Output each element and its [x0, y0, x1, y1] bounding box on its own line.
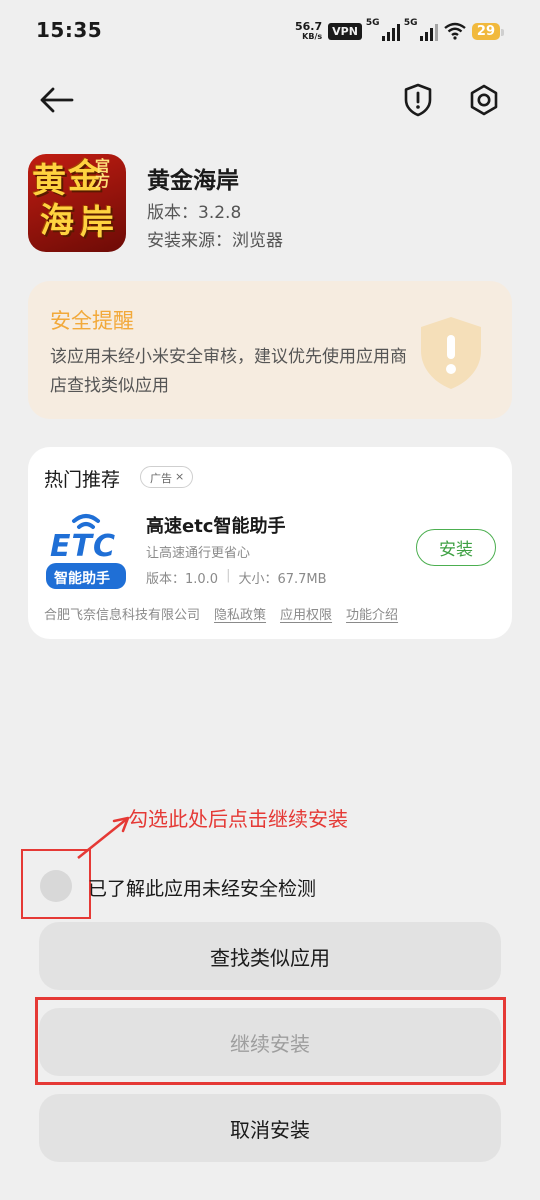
app-icon-char: 岸: [80, 203, 114, 243]
network-speed-unit: KB/s: [302, 32, 323, 41]
recommend-app-version: 版本：1.0.0: [146, 572, 219, 587]
ad-close-icon[interactable]: ×: [175, 470, 184, 487]
consent-label[interactable]: 已了解此应用未经安全检测: [88, 874, 316, 901]
app-permissions-link[interactable]: 应用权限: [280, 604, 332, 623]
recommend-app-desc: 让高速通行更省心: [146, 546, 251, 561]
etc-icon-caption: 智能助手: [54, 571, 110, 587]
app-icon: 黄 金 海 岸 官方: [28, 154, 126, 252]
signal-sim2-icon: 5G: [403, 18, 438, 41]
status-time: 15:35: [36, 18, 103, 42]
install-source: 安装来源：浏览器: [147, 231, 283, 251]
recommend-app-name[interactable]: 高速etc智能助手: [146, 512, 285, 538]
recommend-install-button[interactable]: 安装: [416, 529, 496, 566]
sim2-label: 5G: [403, 18, 418, 28]
shield-warning-icon: [421, 317, 481, 389]
status-bar: 15:35 56.7 KB/s VPN 5G 5G 29: [0, 0, 540, 62]
security-warning-card: 安全提醒 该应用未经小米安全审核，建议优先使用应用商店查找类似应用: [28, 281, 512, 419]
signal-sim1-icon: 5G: [365, 18, 400, 41]
recommend-title: 热门推荐: [44, 469, 121, 491]
etc-icon-text: ETC: [50, 529, 116, 564]
network-speed: 56.7 KB/s: [295, 21, 322, 41]
status-icons: 56.7 KB/s VPN 5G 5G 29: [295, 18, 505, 44]
recommend-app-meta: 版本：1.0.0 | 大小：67.7MB: [146, 568, 327, 587]
security-scan-button[interactable]: [398, 80, 438, 120]
ad-label: 广告: [150, 472, 172, 485]
app-version: 版本：3.2.8: [147, 203, 242, 223]
vpn-badge: VPN: [328, 22, 362, 40]
ad-badge[interactable]: 广告 ×: [140, 466, 194, 488]
app-icon-badge: 官方: [93, 158, 111, 188]
warning-text: 该应用未经小米安全审核，建议优先使用应用商店查找类似应用: [50, 347, 407, 396]
recommend-app-icon[interactable]: ETC 智能助手: [44, 507, 128, 591]
wifi-icon: [444, 22, 466, 40]
app-icon-char: 黄: [32, 161, 66, 201]
app-icon-char: 海: [40, 201, 74, 241]
warning-title: 安全提醒: [50, 309, 134, 333]
gear-icon: [470, 84, 498, 116]
annotation-button-highlight: [35, 997, 506, 1085]
recommend-app-size: 大小：67.7MB: [238, 572, 327, 587]
find-similar-button[interactable]: 查找类似应用: [39, 922, 501, 990]
privacy-policy-link[interactable]: 隐私政策: [214, 604, 266, 623]
back-button[interactable]: [36, 80, 76, 120]
app-name: 黄金海岸: [147, 168, 239, 194]
arrow-left-icon: [40, 87, 74, 113]
network-speed-value: 56.7: [294, 20, 323, 33]
cancel-install-button[interactable]: 取消安装: [39, 1094, 501, 1162]
divider: |: [226, 568, 231, 583]
feature-intro-link[interactable]: 功能介绍: [346, 604, 398, 623]
sim1-label: 5G: [365, 18, 380, 28]
developer-name: 合肥飞奈信息科技有限公司: [44, 608, 201, 623]
consent-checkbox[interactable]: [40, 870, 72, 902]
settings-button[interactable]: [464, 80, 504, 120]
shield-alert-icon: [404, 83, 432, 117]
annotation-text: 勾选此处后点击继续安装: [128, 807, 348, 831]
recommend-links: 合肥飞奈信息科技有限公司 隐私政策 应用权限 功能介绍: [44, 604, 398, 623]
battery-icon: 29: [471, 22, 505, 40]
